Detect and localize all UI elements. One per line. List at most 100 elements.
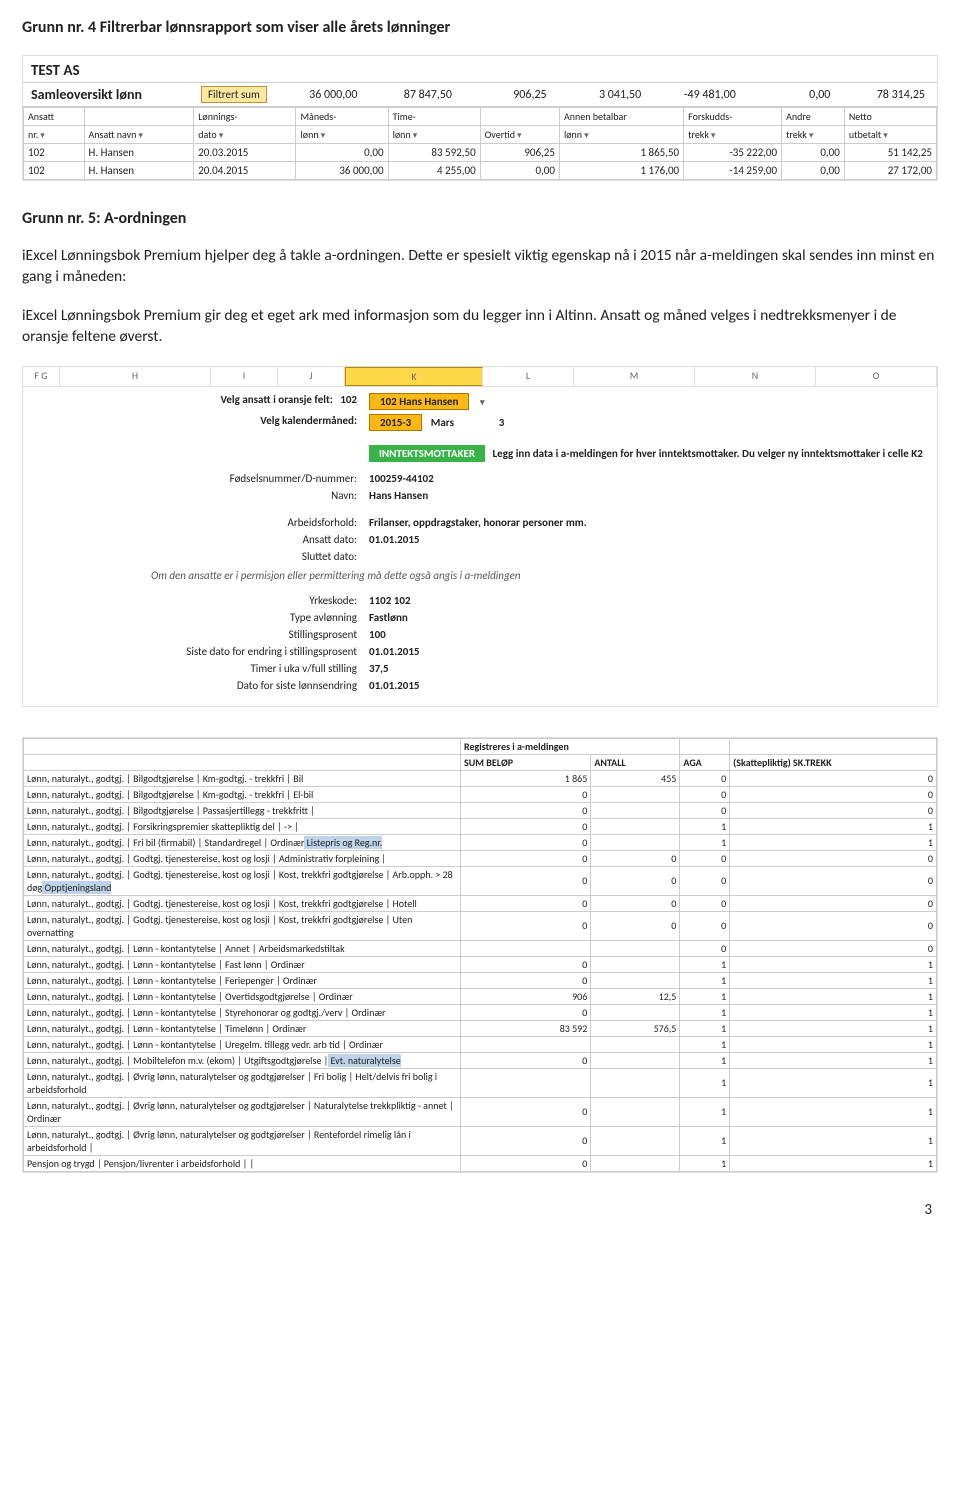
num-cell: 1 [730, 1068, 937, 1097]
field-value: 100 [365, 626, 927, 643]
th-filter[interactable]: lønn▾ [388, 126, 480, 144]
samleoversikt-label: Samleoversikt lønn [31, 86, 201, 103]
chevron-down-icon[interactable]: ▾ [517, 130, 522, 141]
th-filter[interactable]: lønn▾ [559, 126, 683, 144]
th[interactable] [84, 108, 194, 126]
form-row: Fødselsnummer/D-nummer:100259-44102 [33, 470, 927, 487]
table-row: Lønn, naturalyt., godtgj. | Mobiltelefon… [24, 1052, 937, 1068]
field-value: Hans Hansen [365, 487, 927, 504]
desc-cell: Lønn, naturalyt., godtgj. | Bilgodtgjøre… [24, 786, 461, 802]
col-letter: O [816, 367, 937, 386]
num-cell: 1 [680, 834, 730, 850]
desc-cell: Lønn, naturalyt., godtgj. | Øvrig lønn, … [24, 1068, 461, 1097]
num-cell: 1 [680, 1155, 730, 1171]
chevron-down-icon[interactable]: ▾ [480, 397, 485, 408]
desc-cell: Lønn, naturalyt., godtgj. | Godtgj. tjen… [24, 866, 461, 895]
desc-cell: Lønn, naturalyt., godtgj. | Lønn - konta… [24, 972, 461, 988]
desc-cell: Pensjon og trygd | Pensjon/livrenter i a… [24, 1155, 461, 1171]
table-row: Lønn, naturalyt., godtgj. | Lønn - konta… [24, 940, 937, 956]
cell: 0,00 [480, 162, 559, 180]
num-cell: 1 [730, 1126, 937, 1155]
chevron-down-icon[interactable]: ▾ [584, 130, 589, 141]
num-cell: 0 [730, 895, 937, 911]
registreres-table: Registreres i a-meldingen SUM BELØP ANTA… [23, 738, 937, 1172]
th-filter[interactable]: Overtid▾ [480, 126, 559, 144]
field-value: 100259-44102 [365, 470, 927, 487]
num-cell: 0 [680, 895, 730, 911]
chevron-down-icon[interactable]: ▾ [219, 130, 224, 141]
num-cell: 0 [591, 911, 680, 940]
chevron-down-icon[interactable]: ▾ [711, 130, 716, 141]
th-filter[interactable]: nr.▾ [24, 126, 85, 144]
chevron-down-icon[interactable]: ▾ [138, 130, 143, 141]
th[interactable]: Måneds- [296, 108, 388, 126]
field-value: 37,5 [365, 660, 927, 677]
field-label: Navn: [33, 487, 365, 504]
col-letter: F G [23, 367, 60, 386]
salary-table: Ansatt Lønnings- Måneds- Time- Annen bet… [23, 107, 937, 180]
num-cell: 0 [730, 866, 937, 895]
num-cell: 0 [591, 866, 680, 895]
num-cell: 1 [680, 988, 730, 1004]
num-cell: 0 [461, 866, 591, 895]
num-cell: 455 [591, 770, 680, 786]
th[interactable]: Lønnings- [194, 108, 296, 126]
num-cell: 1 [680, 1004, 730, 1020]
table-row: 102H. Hansen20.03.20150,0083 592,50906,2… [24, 144, 937, 162]
sum-val: 36 000,00 [267, 88, 362, 102]
table-row: Lønn, naturalyt., godtgj. | Lønn - konta… [24, 956, 937, 972]
th[interactable]: Andre [782, 108, 845, 126]
chevron-down-icon[interactable]: ▾ [809, 130, 814, 141]
num-cell: 0 [680, 802, 730, 818]
th[interactable]: Forskudds- [684, 108, 782, 126]
th[interactable]: Time- [388, 108, 480, 126]
field-label: Dato for siste lønnsendring [33, 677, 365, 694]
th-filter[interactable]: Ansatt navn▾ [84, 126, 194, 144]
th-filter[interactable]: trekk▾ [782, 126, 845, 144]
num-cell: 0 [461, 802, 591, 818]
chevron-down-icon[interactable]: ▾ [321, 130, 326, 141]
field-value [365, 548, 927, 565]
month-dropdown[interactable]: 2015-3 [369, 414, 422, 431]
num-cell: 1 [730, 1004, 937, 1020]
th-filter[interactable]: dato▾ [194, 126, 296, 144]
cell: 51 142,25 [844, 144, 936, 162]
th[interactable]: Netto [844, 108, 936, 126]
col-letter: H [60, 367, 211, 386]
th[interactable]: Annen betalbar [559, 108, 683, 126]
num-cell: 1 [680, 1020, 730, 1036]
num-cell: 0 [461, 1004, 591, 1020]
permisjon-note: Om den ansatte er i permisjon eller perm… [33, 565, 927, 586]
table-row: Lønn, naturalyt., godtgj. | Lønn - konta… [24, 1036, 937, 1052]
cell: 20.03.2015 [194, 144, 296, 162]
screenshot-salary-report: TEST AS Samleoversikt lønn Filtrert sum … [22, 55, 938, 181]
sum-val: -49 481,00 [645, 88, 740, 102]
num-cell [461, 1036, 591, 1052]
chevron-down-icon[interactable]: ▾ [883, 130, 888, 141]
th: ANTALL [591, 754, 680, 770]
inntekts-note: Legg inn data i a-meldingen for hver inn… [493, 447, 923, 460]
num-cell: 0 [680, 940, 730, 956]
th[interactable] [480, 108, 559, 126]
num-cell: 0 [461, 834, 591, 850]
th-filter[interactable]: utbetalt▾ [844, 126, 936, 144]
desc-cell: Lønn, naturalyt., godtgj. | Forsikringsp… [24, 818, 461, 834]
table-row: Lønn, naturalyt., godtgj. | Bilgodtgjøre… [24, 786, 937, 802]
th-filter[interactable]: trekk▾ [684, 126, 782, 144]
filtrert-sum-cell[interactable]: Filtrert sum [201, 86, 267, 103]
chevron-down-icon[interactable]: ▾ [40, 130, 45, 141]
cell: 27 172,00 [844, 162, 936, 180]
table-row: Lønn, naturalyt., godtgj. | Lønn - konta… [24, 972, 937, 988]
num-cell: 0 [680, 770, 730, 786]
desc-cell: Lønn, naturalyt., godtgj. | Godtgj. tjen… [24, 850, 461, 866]
inntektsmottaker-badge: INNTEKTSMOTTAKER [369, 445, 485, 462]
cell: 4 255,00 [388, 162, 480, 180]
th-filter[interactable]: lønn▾ [296, 126, 388, 144]
ansatt-dropdown[interactable]: 102 Hans Hansen [369, 393, 469, 410]
chevron-down-icon[interactable]: ▾ [413, 130, 418, 141]
th[interactable]: Ansatt [24, 108, 85, 126]
cell: H. Hansen [84, 144, 194, 162]
col-letter: M [574, 367, 695, 386]
table-row: Lønn, naturalyt., godtgj. | Forsikringsp… [24, 818, 937, 834]
cell: H. Hansen [84, 162, 194, 180]
